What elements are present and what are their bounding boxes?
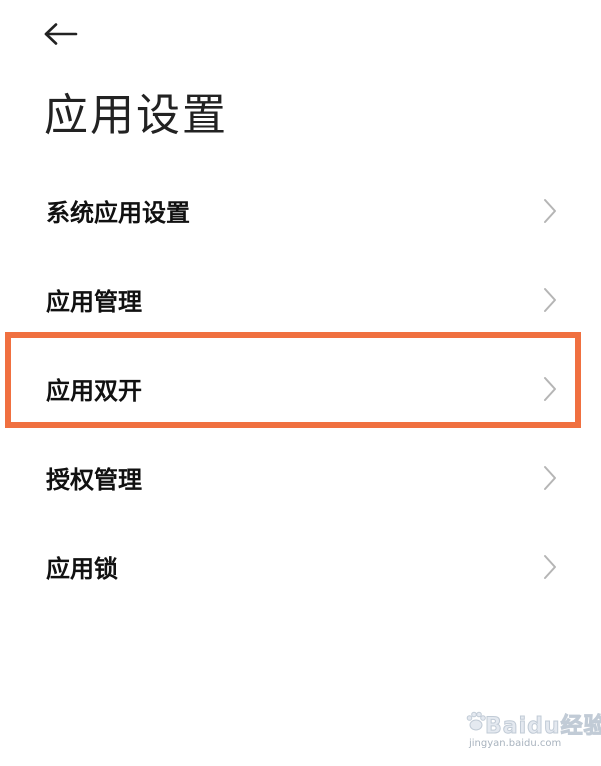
chevron-right-icon (544, 376, 556, 401)
watermark: Baidu经验 jingyan.baidu.com (463, 704, 601, 756)
settings-item-dual-apps[interactable]: 应用双开 (0, 344, 601, 433)
settings-item-app-lock[interactable]: 应用锁 (0, 522, 601, 611)
settings-item-app-management[interactable]: 应用管理 (0, 255, 601, 344)
settings-item-label: 应用双开 (46, 377, 142, 405)
page-title: 应用设置 (44, 90, 228, 141)
paw-logo-icon (466, 711, 486, 731)
chevron-right-icon (544, 287, 556, 312)
watermark-url: jingyan.baidu.com (469, 738, 562, 749)
settings-item-label: 授权管理 (46, 466, 142, 494)
chevron-right-icon (544, 465, 556, 490)
settings-item-label: 应用锁 (46, 555, 118, 583)
back-arrow-icon (44, 23, 78, 45)
settings-item-system-app-settings[interactable]: 系统应用设置 (0, 166, 601, 255)
settings-list: 系统应用设置 应用管理 应用双开 授权管理 应用锁 (0, 166, 601, 611)
chevron-right-icon (544, 554, 556, 579)
chevron-right-icon (544, 198, 556, 223)
settings-item-label: 系统应用设置 (46, 199, 190, 227)
settings-item-permissions[interactable]: 授权管理 (0, 433, 601, 522)
back-button[interactable] (44, 14, 88, 54)
settings-item-label: 应用管理 (46, 288, 142, 316)
watermark-brand: Baidu经验 (485, 714, 601, 740)
